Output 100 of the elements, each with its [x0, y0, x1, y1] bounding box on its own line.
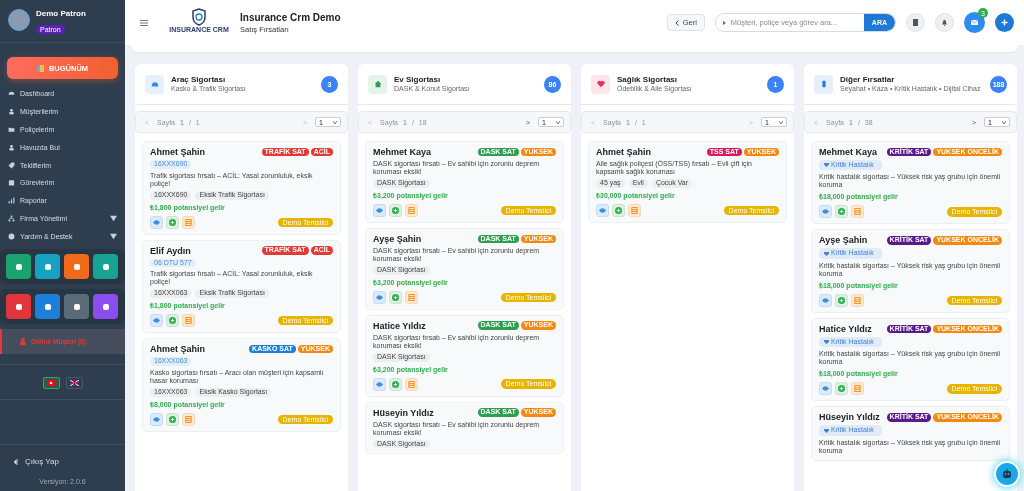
shortcut-tile[interactable] [6, 294, 31, 320]
customer-name: Ahmet Şahin [150, 147, 205, 157]
eye-icon [376, 380, 383, 388]
language-button[interactable] [42, 377, 60, 390]
list-icon [408, 380, 415, 388]
shortcut-tile[interactable] [35, 254, 60, 280]
add-button[interactable] [389, 377, 402, 391]
list-button[interactable] [405, 203, 418, 217]
add-button[interactable] [612, 203, 625, 217]
plus-circle-icon [392, 206, 399, 214]
view-button[interactable] [819, 382, 832, 396]
logout-icon [14, 458, 20, 465]
column-title: Sağlık Sigortası [617, 75, 679, 85]
hierarchy-icon [8, 214, 15, 222]
plus-circle-icon [615, 206, 622, 214]
column-title: Araç Sigortası [171, 75, 227, 85]
customer-name: Mehmet Kaya [373, 147, 432, 157]
plus-circle-icon [392, 380, 399, 388]
add-button[interactable] [835, 382, 848, 396]
view-button[interactable] [819, 205, 832, 219]
shortcut-tile[interactable] [93, 254, 118, 280]
add-button[interactable] [389, 290, 402, 304]
list-button[interactable] [851, 205, 864, 219]
triangle-icon [722, 20, 726, 25]
list-button[interactable] [182, 412, 195, 426]
customer-name: Ayşe Şahin [819, 235, 868, 246]
view-button[interactable] [596, 203, 609, 217]
view-button[interactable] [373, 203, 386, 217]
chevron-down-icon [333, 120, 337, 124]
notification-button[interactable] [935, 13, 954, 32]
list-button[interactable] [851, 382, 864, 396]
add-button[interactable] [389, 203, 402, 217]
book-icon [912, 19, 919, 26]
plus-circle-icon [838, 296, 845, 304]
customer-name: Ahmet Şahin [150, 344, 205, 355]
add-button[interactable] [835, 293, 848, 307]
add-button[interactable] [835, 205, 848, 219]
caret-icon [110, 232, 117, 240]
view-button[interactable] [150, 314, 163, 328]
view-button[interactable] [819, 293, 832, 307]
heart-icon [824, 251, 829, 256]
shortcut-tile[interactable] [93, 294, 118, 320]
plus-icon [1001, 19, 1008, 26]
view-button[interactable] [373, 290, 386, 304]
view-button[interactable] [150, 412, 163, 426]
shortcut-tile[interactable] [35, 294, 60, 320]
plus-circle-icon [838, 208, 845, 216]
chevron-down-icon [779, 120, 783, 124]
column-title: Ev Sigortası [394, 75, 442, 85]
customer-name: Ahmet Şahin [596, 147, 651, 157]
list-button[interactable] [405, 377, 418, 391]
list-icon [185, 317, 192, 325]
list-button[interactable] [628, 203, 641, 217]
view-button[interactable] [150, 215, 163, 229]
book-button[interactable] [906, 13, 925, 32]
view-button[interactable] [373, 377, 386, 391]
heart-icon [824, 163, 829, 168]
turkish-flag-icon [46, 380, 56, 387]
customer-name: Ayşe Şahin [373, 233, 422, 244]
shortcut-tile[interactable] [64, 254, 89, 280]
add-button[interactable] [166, 215, 179, 229]
customer-name: Mehmet Kaya [819, 147, 878, 157]
eye-icon [153, 317, 160, 325]
eye-icon [599, 206, 606, 214]
user-name: Demo Patron [36, 9, 86, 18]
eye-icon [153, 218, 160, 226]
eye-icon [822, 208, 829, 216]
list-button[interactable] [851, 293, 864, 307]
bell-icon [941, 19, 948, 26]
app-title: Insurance Crm Demo [240, 11, 341, 23]
heart-icon [824, 340, 829, 345]
menu-icon[interactable] [140, 19, 148, 26]
customer-name: Hatice Yıldız [373, 320, 426, 331]
logout-link[interactable]: Çıkış Yap [0, 444, 125, 466]
eye-icon [822, 296, 829, 304]
robot-icon [1001, 468, 1013, 480]
avatar [8, 9, 30, 31]
car-icon [150, 80, 159, 88]
customer-name: Elif Aydın [150, 245, 191, 256]
column-title: Diğer Fırsatlar [840, 75, 896, 85]
chevron-down-icon [556, 120, 560, 124]
plus-circle-icon [169, 415, 176, 423]
shortcut-tile[interactable] [64, 294, 89, 320]
language-button[interactable] [65, 377, 83, 390]
plus-circle-icon [169, 317, 176, 325]
list-icon [854, 296, 861, 304]
caret-icon [110, 214, 117, 222]
add-button[interactable] [995, 13, 1014, 32]
tag-icon [8, 161, 15, 169]
eye-icon [153, 415, 160, 423]
list-button[interactable] [182, 215, 195, 229]
list-button[interactable] [405, 290, 418, 304]
list-button[interactable] [182, 314, 195, 328]
add-button[interactable] [166, 314, 179, 328]
gauge-icon [8, 90, 15, 98]
list-icon [185, 218, 192, 226]
shield-logo-icon [191, 7, 207, 26]
add-button[interactable] [166, 412, 179, 426]
shortcut-tile[interactable] [6, 254, 31, 280]
uk-flag-icon [69, 380, 79, 387]
